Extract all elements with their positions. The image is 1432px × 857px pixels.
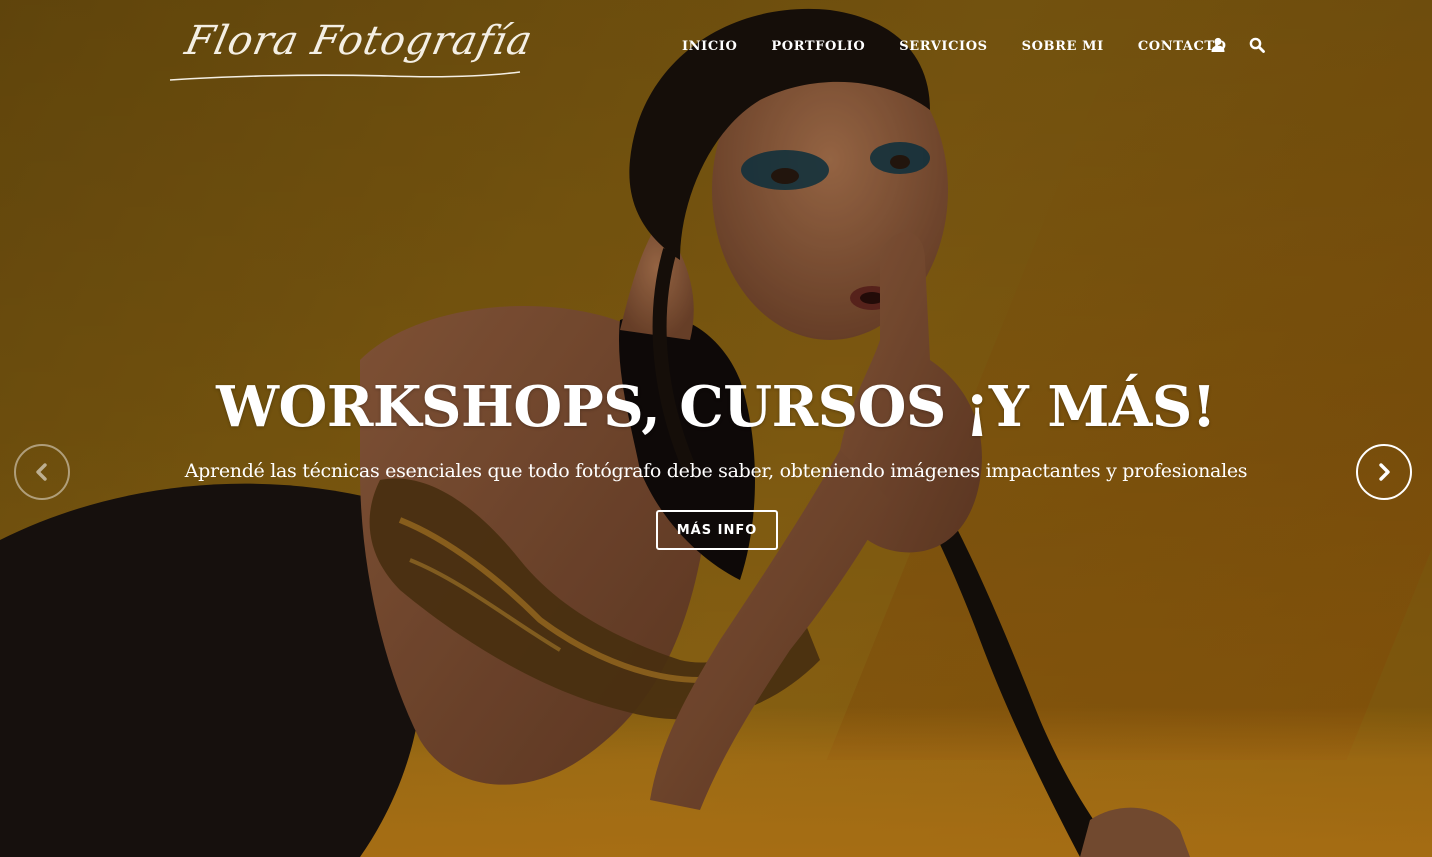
mas-info-label: MÁS INFO — [676, 522, 758, 538]
nav-item-servicios[interactable]: SERVICIOS — [899, 39, 987, 54]
hero-subtitle: Aprendé las técnicas esenciales que todo… — [184, 460, 1248, 482]
site-logo[interactable]: Flora Fotografía — [168, 14, 537, 86]
slider-prev-button[interactable] — [14, 444, 70, 500]
slider-next-button[interactable] — [1356, 444, 1412, 500]
nav-item-sobre-mi[interactable]: SOBRE MI — [1022, 39, 1104, 54]
chevron-right-icon — [1379, 463, 1390, 481]
logo-text: Flora Fotografía — [181, 18, 538, 64]
nav-item-inicio[interactable]: INICIO — [682, 39, 737, 54]
search-icon[interactable] — [1249, 37, 1265, 53]
logo-underline — [169, 71, 521, 81]
chevron-left-icon — [36, 463, 47, 481]
mas-info-button[interactable]: MÁS INFO — [656, 510, 778, 550]
nav-item-portfolio[interactable]: PORTFOLIO — [771, 39, 865, 54]
page: Flora Fotografía INICIO PORTFOLIO SERVIC… — [0, 0, 1432, 857]
user-icon[interactable] — [1211, 37, 1227, 53]
hero-title: WORKSHOPS, CURSOS ¡Y MÁS! — [216, 374, 1216, 440]
main-nav: INICIO PORTFOLIO SERVICIOS SOBRE MI CONT… — [682, 36, 1261, 56]
